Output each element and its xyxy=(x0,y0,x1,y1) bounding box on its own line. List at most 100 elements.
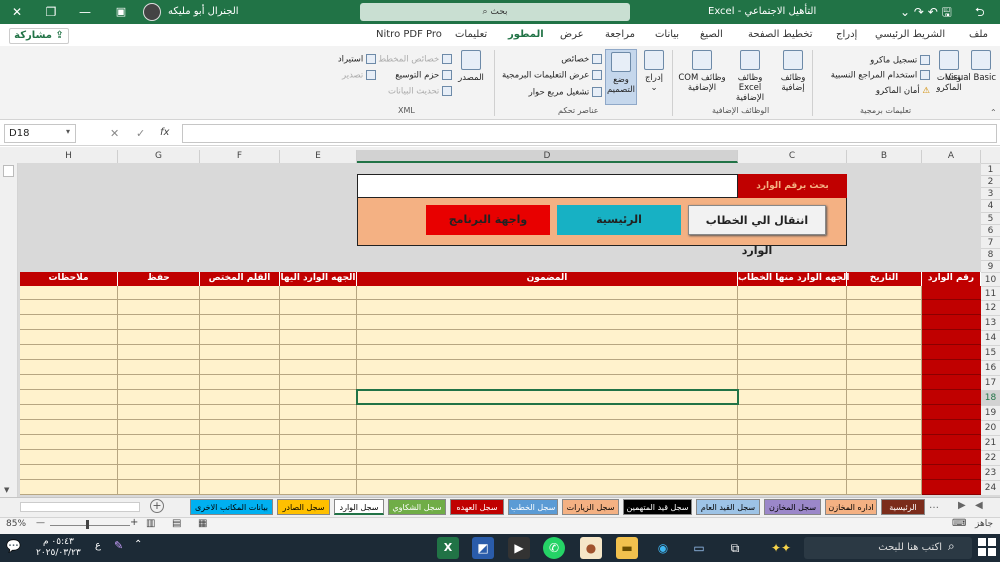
col-header-e[interactable]: E xyxy=(280,150,357,163)
table-cell[interactable] xyxy=(118,300,200,315)
collapse-ribbon-icon[interactable]: ⌃ xyxy=(990,108,997,117)
row-header[interactable]: 15 xyxy=(981,345,1000,360)
table-cell[interactable] xyxy=(200,286,280,300)
excel-addins-button[interactable]: وظائف Excel الإضافية xyxy=(726,50,774,103)
table-cell[interactable] xyxy=(280,360,357,375)
table-cell[interactable] xyxy=(738,420,847,435)
table-cell[interactable] xyxy=(357,360,738,375)
table-cell[interactable] xyxy=(280,435,357,450)
sheet-tab[interactable]: سجل قيد المتهمين xyxy=(623,499,692,515)
table-cell[interactable] xyxy=(738,435,847,450)
table-cell[interactable] xyxy=(200,345,280,360)
table-cell[interactable] xyxy=(357,450,738,465)
app-icon[interactable]: ● xyxy=(580,537,602,559)
table-cell[interactable] xyxy=(738,480,847,495)
table-cell[interactable] xyxy=(357,480,738,495)
properties-button[interactable]: خصائص xyxy=(540,54,602,65)
notification-icon[interactable]: 💬 xyxy=(6,539,21,553)
row-header[interactable]: 10 xyxy=(981,272,1000,286)
tray-expand-icon[interactable]: ⌃ xyxy=(134,539,142,550)
tab-developer[interactable]: المطور xyxy=(508,24,544,48)
table-cell[interactable] xyxy=(20,480,118,495)
row-header[interactable]: 21 xyxy=(981,435,1000,450)
row-header[interactable]: 13 xyxy=(981,315,1000,330)
xml-source-button[interactable]: المصدر xyxy=(455,50,487,83)
table-cell[interactable] xyxy=(847,450,922,465)
table-cell[interactable] xyxy=(738,300,847,315)
addins-button[interactable]: وظائف إضافية xyxy=(776,50,810,93)
table-cell[interactable] xyxy=(847,345,922,360)
insert-function-icon[interactable]: fx xyxy=(160,127,169,138)
table-cell[interactable] xyxy=(847,465,922,480)
table-cell[interactable] xyxy=(280,315,357,330)
excel-taskbar-icon[interactable]: X xyxy=(437,537,459,559)
edge-icon[interactable]: ◉ xyxy=(652,537,674,559)
table-cell[interactable] xyxy=(738,345,847,360)
table-cell[interactable] xyxy=(738,450,847,465)
sheet-tab[interactable]: الرئيسية xyxy=(881,499,925,515)
incoming-number-cell[interactable] xyxy=(922,286,981,300)
col-header-h[interactable]: H xyxy=(20,150,118,163)
incoming-number-cell[interactable] xyxy=(922,375,981,390)
table-cell[interactable] xyxy=(280,465,357,480)
incoming-number-cell[interactable] xyxy=(922,465,981,480)
row-header[interactable]: 11 xyxy=(981,286,1000,300)
tab-nitro[interactable]: Nitro PDF Pro xyxy=(376,24,442,46)
row-header[interactable]: 19 xyxy=(981,405,1000,420)
table-cell[interactable] xyxy=(20,420,118,435)
incoming-number-cell[interactable] xyxy=(922,420,981,435)
col-header-c[interactable]: C xyxy=(738,150,847,163)
table-cell[interactable] xyxy=(118,435,200,450)
table-cell[interactable] xyxy=(280,330,357,345)
table-cell[interactable] xyxy=(280,375,357,390)
table-cell[interactable] xyxy=(200,390,280,405)
sheet-tab[interactable]: سجل الوارد xyxy=(334,499,384,515)
row-header[interactable]: 23 xyxy=(981,465,1000,480)
table-cell[interactable] xyxy=(20,286,118,300)
incoming-number-cell[interactable] xyxy=(922,330,981,345)
zoom-slider[interactable] xyxy=(50,525,130,526)
table-cell[interactable] xyxy=(20,345,118,360)
tab-file[interactable]: ملف xyxy=(969,24,988,46)
incoming-number-cell[interactable] xyxy=(922,315,981,330)
table-cell[interactable] xyxy=(118,480,200,495)
table-cell[interactable] xyxy=(280,390,357,405)
table-cell[interactable] xyxy=(738,375,847,390)
sheet-tab[interactable]: سجل الشكاوي xyxy=(388,499,446,515)
whatsapp-icon[interactable]: ✆ xyxy=(543,537,565,559)
zoom-in-button[interactable]: + xyxy=(130,517,138,528)
table-cell[interactable] xyxy=(118,405,200,420)
table-cell[interactable] xyxy=(847,330,922,345)
horizontal-scrollbar[interactable] xyxy=(20,502,140,512)
page-layout-view-icon[interactable]: ▤ xyxy=(172,518,181,529)
table-cell[interactable] xyxy=(280,450,357,465)
restore-button[interactable]: ❐ xyxy=(34,0,68,24)
com-addins-button[interactable]: وظائف COM الإضافية xyxy=(678,50,726,93)
sheet-tab[interactable]: سجل الخطب xyxy=(508,499,558,515)
table-cell[interactable] xyxy=(200,435,280,450)
sheet-tab[interactable]: سجل العهده xyxy=(450,499,504,515)
table-cell[interactable] xyxy=(200,375,280,390)
scroll-thumb[interactable] xyxy=(3,165,14,177)
table-cell[interactable] xyxy=(118,330,200,345)
page-break-view-icon[interactable]: ▥ xyxy=(146,518,155,529)
zoom-out-button[interactable]: — xyxy=(36,518,45,528)
sheet-tab[interactable]: سجل الزيارات xyxy=(562,499,619,515)
table-cell[interactable] xyxy=(200,300,280,315)
col-header-a[interactable]: A xyxy=(922,150,981,163)
design-mode-button[interactable]: وضع التصميم xyxy=(605,49,637,105)
col-header-f[interactable]: F xyxy=(200,150,280,163)
table-cell[interactable] xyxy=(200,315,280,330)
table-cell[interactable] xyxy=(20,450,118,465)
media-player-icon[interactable]: ▶ xyxy=(508,537,530,559)
share-button[interactable]: مشاركة ⇪ xyxy=(9,28,69,44)
table-cell[interactable] xyxy=(357,300,738,315)
table-cell[interactable] xyxy=(847,390,922,405)
table-cell[interactable] xyxy=(280,286,357,300)
table-cell[interactable] xyxy=(738,390,847,405)
scroll-down-icon[interactable]: ▼ xyxy=(4,486,9,494)
table-cell[interactable] xyxy=(357,420,738,435)
table-cell[interactable] xyxy=(847,480,922,495)
table-cell[interactable] xyxy=(847,420,922,435)
input-language[interactable]: ع xyxy=(95,540,101,551)
